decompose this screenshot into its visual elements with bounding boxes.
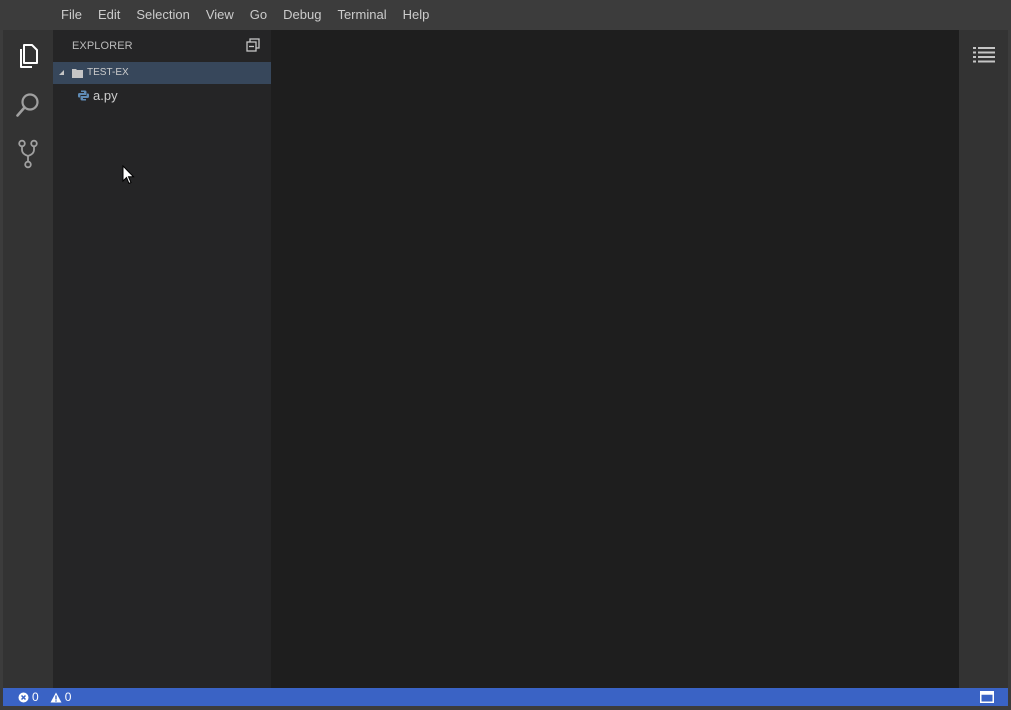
menu-help[interactable]: Help	[395, 0, 438, 30]
file-label: a.py	[93, 88, 118, 103]
explorer-sidebar: EXPLORER TEST-EX a.py	[53, 30, 271, 688]
editor-area[interactable]	[271, 30, 959, 688]
panel-toggle-icon[interactable]	[980, 691, 994, 703]
python-file-icon	[78, 90, 89, 101]
files-icon	[20, 44, 38, 68]
menu-terminal[interactable]: Terminal	[329, 0, 394, 30]
menu-file[interactable]: File	[53, 0, 90, 30]
search-icon	[16, 93, 39, 117]
vscode-window: File Edit Selection View Go Debug Termin…	[0, 0, 1011, 710]
menu-bar: File Edit Selection View Go Debug Termin…	[0, 0, 1011, 30]
folder-row-test-ex[interactable]: TEST-EX	[53, 62, 271, 84]
menu-view[interactable]: View	[198, 0, 242, 30]
activity-explorer-button[interactable]	[3, 32, 53, 80]
menu-go[interactable]: Go	[242, 0, 275, 30]
menu-selection[interactable]: Selection	[128, 0, 197, 30]
right-panel	[959, 30, 1008, 688]
activity-search-button[interactable]	[3, 81, 53, 129]
window-border-bottom	[0, 706, 1011, 710]
folder-icon	[72, 69, 83, 78]
menu-bar-spacer	[0, 0, 53, 30]
error-icon	[18, 692, 29, 702]
explorer-title: EXPLORER	[72, 40, 133, 52]
activity-bar	[3, 30, 53, 688]
activity-source-control-button[interactable]	[3, 130, 53, 178]
collapse-all-icon[interactable]	[245, 37, 261, 53]
chevron-down-icon[interactable]	[58, 69, 66, 77]
error-count: 0	[32, 690, 39, 704]
menu-edit[interactable]: Edit	[90, 0, 128, 30]
warning-count: 0	[64, 690, 72, 704]
source-control-icon	[18, 139, 38, 169]
mouse-cursor-icon	[122, 165, 135, 185]
outline-list-icon[interactable]	[972, 45, 996, 65]
warning-icon	[50, 692, 62, 702]
folder-label: TEST-EX	[87, 67, 129, 78]
menu-debug[interactable]: Debug	[275, 0, 329, 30]
explorer-header: EXPLORER	[53, 30, 271, 62]
file-row-a-py[interactable]: a.py	[53, 84, 271, 106]
status-bar: 0 0	[3, 688, 1008, 706]
problems-status[interactable]: 0 0	[18, 690, 71, 704]
